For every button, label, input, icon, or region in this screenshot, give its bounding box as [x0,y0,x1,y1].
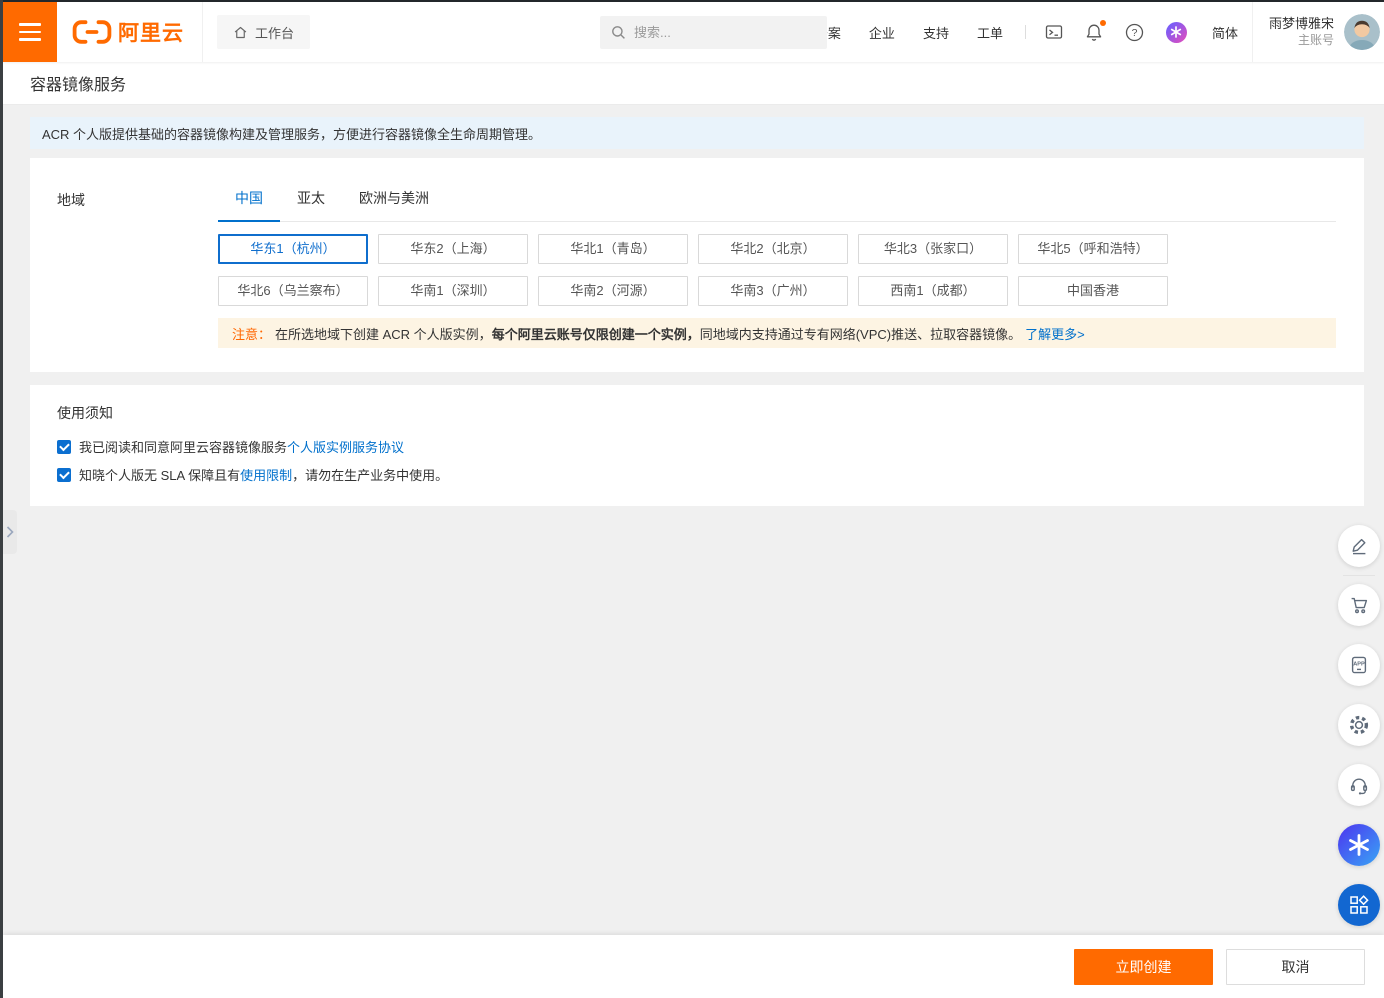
region-zhangjiakou[interactable]: 华北3（张家口） [858,234,1008,264]
page-title: 容器镜像服务 [30,77,127,94]
region-qingdao[interactable]: 华北1（青岛） [538,234,688,264]
create-now-button[interactable]: 立即创建 [1074,948,1213,985]
agreement-checkbox[interactable] [57,439,71,454]
nav-support[interactable]: 支持 [923,23,949,42]
sla-checkbox[interactable] [57,467,71,482]
avatar[interactable] [1344,14,1380,50]
page-title-bar: 容器镜像服务 [3,62,1384,105]
service-agreement-link[interactable]: 个人版实例服务协议 [287,437,404,456]
region-ulanqab[interactable]: 华北6（乌兰察布） [218,276,368,306]
products-button[interactable] [1338,884,1380,926]
sla-row: 知晓个人版无 SLA 保障且有 使用限制 ，请勿在生产业务中使用。 [57,465,1336,484]
bottom-action-bar: 立即创建 取消 [3,935,1384,998]
tab-china[interactable]: 中国 [218,186,280,222]
products-grid-icon [1350,895,1369,914]
info-banner: ACR 个人版提供基础的容器镜像构建及管理服务，方便进行容器镜像全生命周期管理。 [30,117,1364,149]
feedback-pencil-icon [1352,538,1366,555]
assistant-star-icon [1349,834,1369,856]
user-role: 主账号 [1297,32,1334,47]
region-shenzhen[interactable]: 华南1（深圳） [378,276,528,306]
agreement-row: 我已阅读和同意阿里云容器镜像服务 个人版实例服务协议 [57,437,1336,456]
region-beijing[interactable]: 华北2（北京） [698,234,848,264]
aliyun-logo[interactable]: 阿里云 [57,2,203,62]
search-input[interactable] [634,25,816,40]
menu-hamburger-button[interactable] [3,2,57,62]
region-chengdu[interactable]: 西南1（成都） [858,276,1008,306]
workbench-button[interactable]: 工作台 [217,15,311,49]
feedback-button[interactable] [1338,525,1380,567]
main-content: ACR 个人版提供基础的容器镜像构建及管理服务，方便进行容器镜像全生命周期管理。… [3,105,1384,935]
region-notice: 注意： 在所选地域下创建 ACR 个人版实例， 每个阿里云账号仅限创建一个实例，… [218,318,1336,348]
notification-dot [1099,20,1106,26]
nav-enterprise[interactable]: 企业 [869,23,895,42]
region-section: 地域 中国 亚太 欧洲与美洲 华东1（杭州） 华东2（上海） 华北1（青岛） 华… [30,158,1364,372]
sla-text: 知晓个人版无 SLA 保障且有 [79,468,241,483]
help-icon[interactable]: ? [1125,23,1144,42]
language-selector[interactable]: 简体 [1212,23,1238,42]
region-heyuan[interactable]: 华南2（河源） [538,276,688,306]
usage-notice-section: 使用须知 我已阅读和同意阿里云容器镜像服务 个人版实例服务协议 知晓个人版无 S… [30,385,1364,506]
sidebar-expander[interactable] [3,510,17,554]
ai-assistant-button[interactable] [1338,824,1380,866]
aliyun-logo-icon [72,20,112,44]
usage-limits-link[interactable]: 使用限制 [240,465,292,484]
support-headset-icon [1350,778,1368,795]
settings-button[interactable] [1338,704,1380,746]
region-label: 地域 [57,192,85,208]
app-download-icon: APP [1351,656,1367,674]
region-tab-bar: 中国 亚太 欧洲与美洲 [218,186,1336,222]
region-guangzhou[interactable]: 华南3（广州） [698,276,848,306]
region-hangzhou[interactable]: 华东1（杭州） [218,234,368,264]
svg-text:?: ? [1132,27,1138,39]
window-top-edge [0,0,1384,2]
header-divider [1024,25,1026,39]
account-menu[interactable]: 雨梦博雅宋 主账号 [1269,16,1334,48]
learn-more-link[interactable]: 了解更多> [1025,324,1085,343]
sla-text-post: ，请勿在生产业务中使用。 [292,468,449,483]
usage-notice-title: 使用须知 [57,405,113,421]
top-header: 阿里云 工作台 费用 ICP 备案 企业 支持 工单 [3,2,1384,62]
cloudshell-terminal-icon[interactable] [1045,23,1063,41]
notice-prefix: 注意： [232,326,272,342]
region-hongkong[interactable]: 中国香港 [1018,276,1168,306]
notifications-bell-icon[interactable] [1085,20,1106,41]
app-download-button[interactable]: APP [1338,644,1380,686]
cart-icon [1351,597,1368,614]
window-left-edge [0,0,3,998]
support-button[interactable] [1338,764,1380,806]
cart-button[interactable] [1338,584,1380,626]
aliyun-logo-text: 阿里云 [118,22,184,45]
svg-text:APP: APP [1353,662,1365,668]
user-name: 雨梦博雅宋 [1268,15,1334,31]
global-search[interactable] [600,16,827,49]
home-icon [234,26,247,38]
cancel-button[interactable]: 取消 [1226,948,1365,985]
region-hohhot[interactable]: 华北5（呼和浩特） [1018,234,1168,264]
chevron-right-icon [6,526,14,538]
region-shanghai[interactable]: 华东2（上海） [378,234,528,264]
settings-gear-icon [1349,715,1369,735]
header-divider-tall [1251,2,1253,62]
notice-text2: 同地域内支持通过专有网络(VPC)推送、拉取容器镜像。 [699,326,1022,342]
notice-text1: 在所选地域下创建 ACR 个人版实例， [275,326,492,342]
tab-asia-pacific[interactable]: 亚太 [280,186,342,221]
toolbar-divider [1343,575,1375,576]
notice-bold: 每个阿里云账号仅限创建一个实例， [491,326,700,342]
tab-europe-americas[interactable]: 欧洲与美洲 [342,186,446,221]
search-icon [612,26,625,39]
info-banner-text: ACR 个人版提供基础的容器镜像构建及管理服务，方便进行容器镜像全生命周期管理。 [42,126,542,142]
agreement-text: 我已阅读和同意阿里云容器镜像服务 [79,440,288,455]
floating-toolbar: APP [1337,525,1381,944]
cloud-assistant-icon[interactable] [1165,21,1187,43]
region-grid: 华东1（杭州） 华东2（上海） 华北1（青岛） 华北2（北京） 华北3（张家口）… [218,234,1176,306]
nav-tickets[interactable]: 工单 [977,23,1003,42]
workbench-label: 工作台 [255,25,295,41]
